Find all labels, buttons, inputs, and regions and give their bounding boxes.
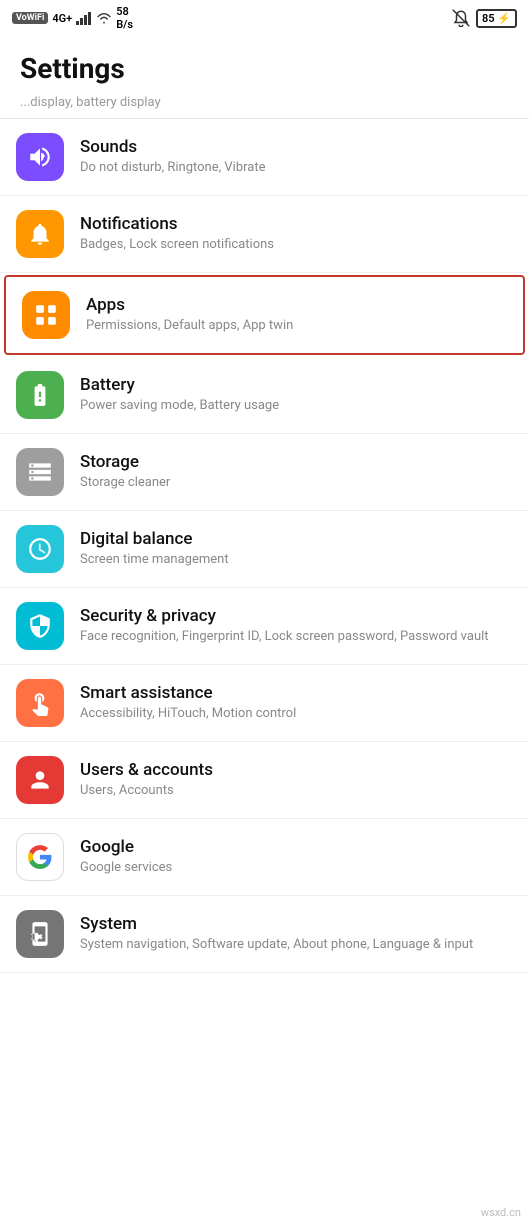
apps-title: Apps <box>86 295 507 315</box>
google-icon <box>27 844 53 870</box>
system-subtitle: System navigation, Software update, Abou… <box>80 936 513 954</box>
settings-item-notifications[interactable]: Notifications Badges, Lock screen notifi… <box>0 196 529 273</box>
network-speed: 58B/s <box>116 5 133 31</box>
system-icon <box>27 921 53 947</box>
watermark: wsxd.cn <box>481 1206 521 1219</box>
sound-icon <box>27 144 53 170</box>
security-icon-wrap <box>16 602 64 650</box>
google-icon-wrap <box>16 833 64 881</box>
digital-balance-icon <box>27 536 53 562</box>
apps-icon-wrap <box>22 291 70 339</box>
apps-subtitle: Permissions, Default apps, App twin <box>86 317 507 335</box>
battery-icon-wrap <box>16 371 64 419</box>
storage-subtitle: Storage cleaner <box>80 474 513 492</box>
battery-subtitle: Power saving mode, Battery usage <box>80 397 513 415</box>
settings-item-sounds[interactable]: Sounds Do not disturb, Ringtone, Vibrate <box>0 119 529 196</box>
sounds-text: Sounds Do not disturb, Ringtone, Vibrate <box>80 137 513 177</box>
users-icon <box>27 767 53 793</box>
status-right: 85 ⚡ <box>452 9 517 28</box>
smart-assistance-icon <box>27 690 53 716</box>
settings-item-storage[interactable]: Storage Storage cleaner <box>0 434 529 511</box>
sounds-icon-wrap <box>16 133 64 181</box>
network-type: 4G+ <box>52 12 72 25</box>
digital-balance-text: Digital balance Screen time management <box>80 529 513 569</box>
notification-icon <box>27 221 53 247</box>
wifi-icon <box>96 11 112 25</box>
notifications-text: Notifications Badges, Lock screen notifi… <box>80 214 513 254</box>
users-accounts-title: Users & accounts <box>80 760 513 780</box>
sounds-title: Sounds <box>80 137 513 157</box>
security-text: Security & privacy Face recognition, Fin… <box>80 606 513 646</box>
notifications-title: Notifications <box>80 214 513 234</box>
users-accounts-text: Users & accounts Users, Accounts <box>80 760 513 800</box>
google-text: Google Google services <box>80 837 513 877</box>
signal-icon <box>76 11 92 25</box>
sounds-subtitle: Do not disturb, Ringtone, Vibrate <box>80 159 513 177</box>
settings-item-security[interactable]: Security & privacy Face recognition, Fin… <box>0 588 529 665</box>
scroll-hint: ...display, battery display <box>0 95 529 119</box>
security-subtitle: Face recognition, Fingerprint ID, Lock s… <box>80 628 513 646</box>
digital-balance-subtitle: Screen time management <box>80 551 513 569</box>
battery-text: Battery Power saving mode, Battery usage <box>80 375 513 415</box>
vowifi-badge: VoWiFi <box>12 12 48 24</box>
page-title: Settings <box>0 36 529 95</box>
mute-icon <box>452 9 470 27</box>
digital-balance-title: Digital balance <box>80 529 513 549</box>
battery-icon <box>27 382 53 408</box>
settings-item-users-accounts[interactable]: Users & accounts Users, Accounts <box>0 742 529 819</box>
storage-title: Storage <box>80 452 513 472</box>
settings-item-apps[interactable]: Apps Permissions, Default apps, App twin <box>4 275 525 355</box>
smart-assistance-title: Smart assistance <box>80 683 513 703</box>
apps-text: Apps Permissions, Default apps, App twin <box>86 295 507 335</box>
settings-item-google[interactable]: Google Google services <box>0 819 529 896</box>
system-icon-wrap <box>16 910 64 958</box>
settings-item-digital-balance[interactable]: Digital balance Screen time management <box>0 511 529 588</box>
security-title: Security & privacy <box>80 606 513 626</box>
battery-indicator: 85 ⚡ <box>476 9 517 28</box>
google-subtitle: Google services <box>80 859 513 877</box>
smart-assistance-text: Smart assistance Accessibility, HiTouch,… <box>80 683 513 723</box>
smart-assistance-subtitle: Accessibility, HiTouch, Motion control <box>80 705 513 723</box>
system-title: System <box>80 914 513 934</box>
storage-icon-wrap <box>16 448 64 496</box>
settings-item-system[interactable]: System System navigation, Software updat… <box>0 896 529 973</box>
users-icon-wrap <box>16 756 64 804</box>
settings-item-smart-assistance[interactable]: Smart assistance Accessibility, HiTouch,… <box>0 665 529 742</box>
security-icon <box>27 613 53 639</box>
apps-icon <box>33 302 59 328</box>
status-bar: VoWiFi 4G+ 58B/s 85 ⚡ <box>0 0 529 36</box>
settings-item-battery[interactable]: Battery Power saving mode, Battery usage <box>0 357 529 434</box>
google-title: Google <box>80 837 513 857</box>
status-left: VoWiFi 4G+ 58B/s <box>12 5 133 31</box>
digital-balance-icon-wrap <box>16 525 64 573</box>
storage-icon <box>27 459 53 485</box>
battery-title: Battery <box>80 375 513 395</box>
settings-list: Sounds Do not disturb, Ringtone, Vibrate… <box>0 119 529 973</box>
notifications-icon-wrap <box>16 210 64 258</box>
users-accounts-subtitle: Users, Accounts <box>80 782 513 800</box>
smart-assistance-icon-wrap <box>16 679 64 727</box>
system-text: System System navigation, Software updat… <box>80 914 513 954</box>
storage-text: Storage Storage cleaner <box>80 452 513 492</box>
notifications-subtitle: Badges, Lock screen notifications <box>80 236 513 254</box>
